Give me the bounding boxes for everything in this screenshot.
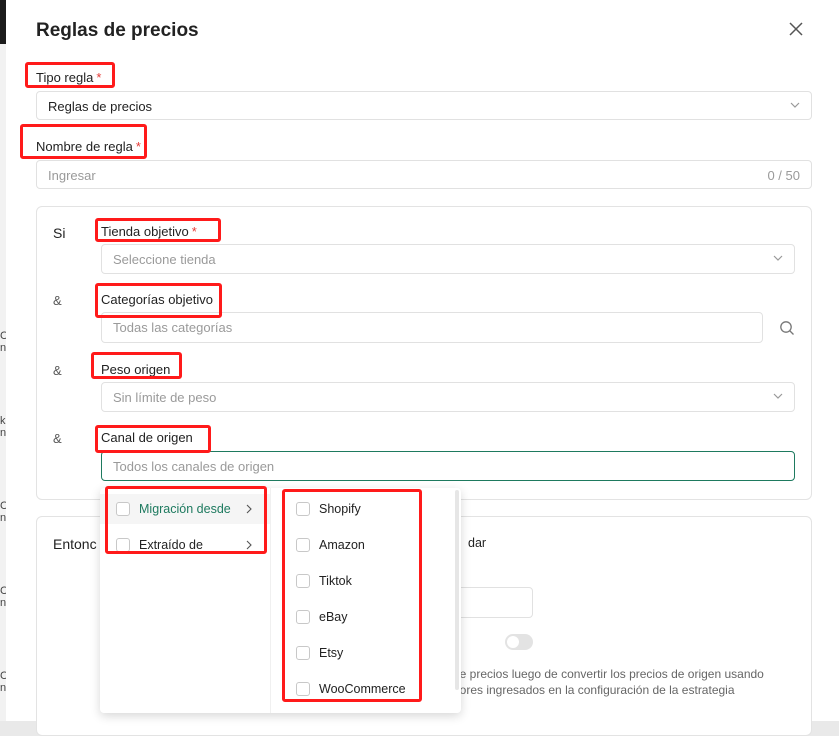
if-label: Si <box>53 225 66 241</box>
target-store-select[interactable]: Seleccione tienda <box>101 244 795 274</box>
option-label: Etsy <box>319 646 344 660</box>
pricing-rule-modal: Reglas de precios Tipo regla * Reglas de … <box>6 0 839 736</box>
group-label: Migración desde <box>139 502 231 516</box>
source-channel-select[interactable]: Todos los canales de origen <box>101 451 795 481</box>
rule-type-label: Tipo regla * <box>36 70 102 85</box>
source-weight-select[interactable]: Sin límite de peso <box>101 382 795 412</box>
then-header-text: dar <box>468 536 487 550</box>
source-channel-dropdown: Migración desde Extraído de Shopify Amaz… <box>100 488 461 713</box>
target-store-placeholder: Seleccione tienda <box>113 252 216 267</box>
option-checkbox[interactable] <box>296 538 310 552</box>
source-channel-label: Canal de origen <box>101 430 193 445</box>
target-categories-label: Categorías objetivo <box>101 292 214 307</box>
group-label: Extraído de <box>139 538 203 552</box>
chevron-down-icon <box>773 393 783 399</box>
chevron-down-icon <box>790 102 800 108</box>
then-value-input[interactable] <box>456 587 533 618</box>
and-symbol: & <box>53 293 62 308</box>
rule-type-select[interactable]: Reglas de precios <box>36 91 812 120</box>
search-icon[interactable] <box>779 320 795 336</box>
option-checkbox[interactable] <box>296 610 310 624</box>
and-symbol: & <box>53 363 62 378</box>
source-channel-placeholder: Todos los canales de origen <box>113 459 275 474</box>
close-icon[interactable] <box>785 18 807 40</box>
rule-name-label: Nombre de regla * <box>36 139 141 154</box>
rule-name-placeholder: Ingresar <box>48 168 96 183</box>
then-toggle[interactable] <box>505 634 533 650</box>
group-checkbox[interactable] <box>116 502 130 516</box>
chevron-right-icon <box>246 504 252 514</box>
source-weight-label: Peso origen <box>101 362 171 377</box>
option-label: Amazon <box>319 538 365 552</box>
then-description-line2: lores ingresados en la configuración de … <box>457 683 735 697</box>
rule-type-value: Reglas de precios <box>48 99 153 114</box>
option-checkbox[interactable] <box>296 646 310 660</box>
target-categories-placeholder: Todas las categorías <box>113 320 233 335</box>
rule-name-counter: 0 / 50 <box>767 168 800 183</box>
and-symbol: & <box>53 431 62 446</box>
dropdown-scrollbar[interactable] <box>455 490 459 690</box>
dropdown-column-divider <box>270 488 271 713</box>
chevron-down-icon <box>773 255 783 261</box>
then-label: Entonc <box>53 536 97 552</box>
target-store-label: Tienda objetivo * <box>101 224 197 239</box>
option-checkbox[interactable] <box>296 682 310 696</box>
rule-name-input[interactable]: Ingresar 0 / 50 <box>36 160 812 189</box>
group-checkbox[interactable] <box>116 538 130 552</box>
option-checkbox[interactable] <box>296 574 310 588</box>
option-label: Shopify <box>319 502 361 516</box>
option-label: eBay <box>319 610 348 624</box>
option-label: Tiktok <box>319 574 352 588</box>
option-label: WooCommerce <box>319 682 406 696</box>
target-categories-input[interactable]: Todas las categorías <box>101 312 763 343</box>
then-description-line1: le precios luego de convertir los precio… <box>457 667 764 681</box>
source-weight-placeholder: Sin límite de peso <box>113 390 217 405</box>
modal-title: Reglas de precios <box>36 20 199 41</box>
option-checkbox[interactable] <box>296 502 310 516</box>
chevron-right-icon <box>246 540 252 550</box>
